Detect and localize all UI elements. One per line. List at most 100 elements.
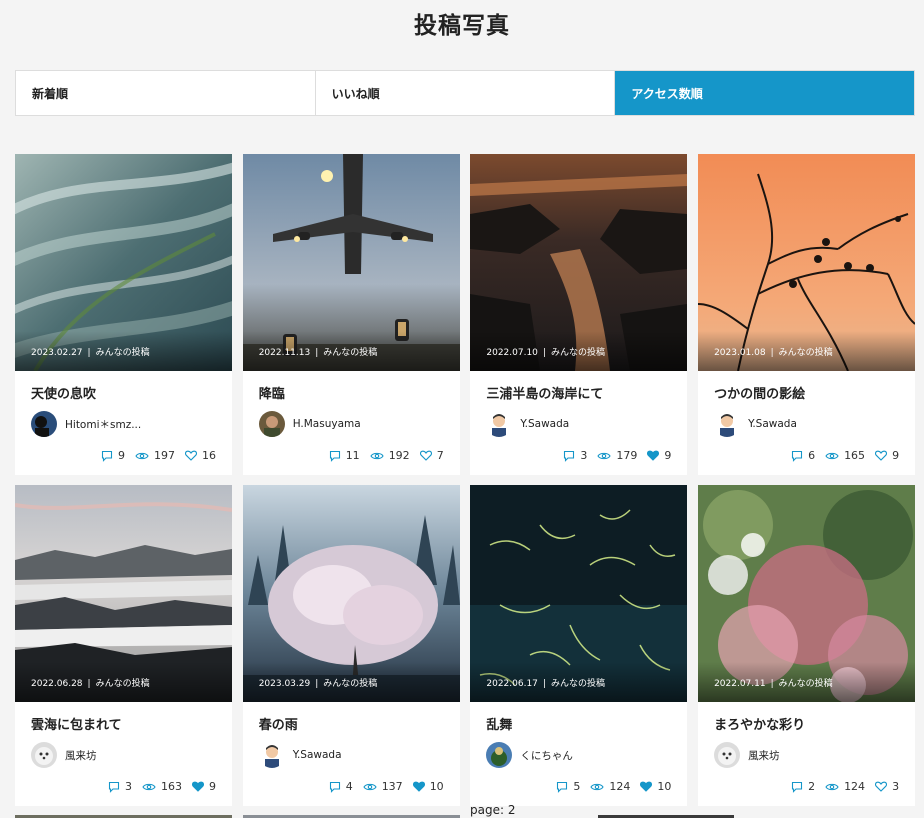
eye-icon xyxy=(135,452,149,459)
like-count[interactable]: 10 xyxy=(412,780,444,793)
post-title[interactable]: 天使の息吹 xyxy=(31,383,216,403)
post-category[interactable]: みんなの投稿 xyxy=(551,348,605,358)
post-stats: 3 179 9 xyxy=(553,449,671,462)
post-date: 2022.11.13 xyxy=(258,348,311,358)
post-author[interactable]: H.Masuyama xyxy=(258,411,444,437)
post-card[interactable]: 2023.03.29 | みんなの投稿 春の雨 Y.Sawada 4 137 10 xyxy=(242,485,460,806)
post-card[interactable]: 2022.06.17 | みんなの投稿 乱舞 くにちゃん 5 124 10 xyxy=(470,485,688,806)
photo-grid: 2023.02.27 | みんなの投稿 天使の息吹 Hitomi＊smz... 9 … xyxy=(15,154,916,806)
post-card[interactable]: 2022.06.28 | みんなの投稿 雲海に包まれて 風来坊 3 163 9 xyxy=(15,485,232,806)
comment-icon xyxy=(564,450,575,462)
author-name: くにちゃん xyxy=(520,749,573,762)
eye-icon xyxy=(825,783,839,790)
post-photo[interactable]: 2022.06.28 | みんなの投稿 xyxy=(15,485,232,702)
post-card[interactable]: 2023.01.08 | みんなの投稿 つかの間の影絵 Y.Sawada 6 165… xyxy=(698,154,916,475)
comment-icon xyxy=(329,450,340,462)
comment-count: 2 xyxy=(791,780,815,793)
post-date: 2023.03.29 xyxy=(258,679,311,689)
post-title[interactable]: まろやかな彩り xyxy=(714,714,899,734)
view-count: 124 xyxy=(590,780,630,793)
comment-icon xyxy=(792,450,803,462)
post-stats: 4 137 10 xyxy=(319,780,444,793)
eye-icon xyxy=(363,783,377,790)
like-count[interactable]: 7 xyxy=(419,449,444,462)
like-count[interactable]: 9 xyxy=(647,449,671,462)
post-photo[interactable]: 2023.02.27 | みんなの投稿 xyxy=(15,154,232,371)
heart-icon xyxy=(875,781,888,792)
like-count[interactable]: 10 xyxy=(640,780,671,793)
post-card[interactable]: 2023.02.27 | みんなの投稿 天使の息吹 Hitomi＊smz... 9 … xyxy=(15,154,232,475)
author-name: 風来坊 xyxy=(748,749,780,762)
comment-icon xyxy=(557,781,568,793)
page-indicator: page: 2 xyxy=(470,803,516,817)
heart-icon xyxy=(640,781,653,792)
sort-tabs: 新着順 いいね順 アクセス数順 xyxy=(15,70,915,116)
post-category[interactable]: みんなの投稿 xyxy=(96,348,150,358)
post-stats: 5 124 10 xyxy=(546,780,671,793)
post-author[interactable]: Y.Sawada xyxy=(714,411,899,437)
view-count: 192 xyxy=(370,449,410,462)
heart-icon xyxy=(875,450,888,461)
post-photo[interactable]: 2022.06.17 | みんなの投稿 xyxy=(470,485,688,702)
heart-icon xyxy=(647,450,660,461)
post-title[interactable]: 三浦半島の海岸にて xyxy=(486,383,671,403)
post-title[interactable]: つかの間の影絵 xyxy=(714,383,899,403)
post-author[interactable]: 風来坊 xyxy=(31,742,216,768)
post-card[interactable]: 2022.07.10 | みんなの投稿 三浦半島の海岸にて Y.Sawada 3 1… xyxy=(470,154,688,475)
post-category[interactable]: みんなの投稿 xyxy=(779,679,833,689)
post-author[interactable]: Y.Sawada xyxy=(486,411,671,437)
eye-icon xyxy=(590,783,605,790)
post-category[interactable]: みんなの投稿 xyxy=(551,679,605,689)
like-count[interactable]: 9 xyxy=(192,780,216,793)
author-name: H.Masuyama xyxy=(292,418,361,430)
post-title[interactable]: 降臨 xyxy=(259,383,444,403)
avatar xyxy=(486,411,513,437)
avatar xyxy=(258,411,285,437)
author-name: Hitomi＊smz... xyxy=(65,418,142,431)
avatar xyxy=(31,742,57,768)
tab-most-viewed[interactable]: アクセス数順 xyxy=(615,71,915,115)
post-date: 2023.01.08 xyxy=(714,348,766,358)
eye-icon xyxy=(825,452,839,459)
view-count: 165 xyxy=(825,449,865,462)
post-category[interactable]: みんなの投稿 xyxy=(779,348,833,358)
post-date: 2022.07.10 xyxy=(486,348,538,358)
comment-icon xyxy=(108,781,120,793)
comment-icon xyxy=(792,781,803,793)
post-author[interactable]: くにちゃん xyxy=(486,742,671,768)
view-count: 137 xyxy=(363,780,403,793)
post-category[interactable]: みんなの投稿 xyxy=(323,348,377,358)
like-count[interactable]: 3 xyxy=(875,780,899,793)
post-date: 2022.07.11 xyxy=(714,679,766,689)
post-photo[interactable]: 2022.07.10 | みんなの投稿 xyxy=(470,154,688,371)
post-category[interactable]: みんなの投稿 xyxy=(96,679,150,689)
eye-icon xyxy=(370,452,384,459)
post-stats: 6 165 9 xyxy=(781,449,899,462)
post-card[interactable]: 2022.11.13 | みんなの投稿 降臨 H.Masuyama 11 192 7 xyxy=(242,154,460,475)
post-author[interactable]: Y.Sawada xyxy=(258,742,444,768)
post-category[interactable]: みんなの投稿 xyxy=(323,679,377,689)
heart-icon xyxy=(192,781,204,792)
heart-icon xyxy=(185,450,197,461)
post-title[interactable]: 雲海に包まれて xyxy=(31,714,216,734)
like-count[interactable]: 9 xyxy=(875,449,899,462)
like-count[interactable]: 16 xyxy=(185,449,216,462)
tab-most-liked[interactable]: いいね順 xyxy=(316,71,616,115)
comment-count: 5 xyxy=(556,780,580,793)
post-photo[interactable]: 2023.01.08 | みんなの投稿 xyxy=(698,154,916,371)
post-title[interactable]: 春の雨 xyxy=(259,714,444,734)
tab-newest[interactable]: 新着順 xyxy=(16,71,316,115)
avatar xyxy=(258,742,285,768)
eye-icon xyxy=(597,452,612,459)
author-name: Y.Sawada xyxy=(520,418,570,430)
eye-icon xyxy=(142,783,156,790)
post-card[interactable]: 2022.07.11 | みんなの投稿 まろやかな彩り 風来坊 2 124 3 xyxy=(698,485,916,806)
post-author[interactable]: Hitomi＊smz... xyxy=(31,411,216,437)
post-photo[interactable]: 2023.03.29 | みんなの投稿 xyxy=(242,485,460,702)
post-title[interactable]: 乱舞 xyxy=(486,714,671,734)
author-name: Y.Sawada xyxy=(748,418,797,430)
comment-count: 3 xyxy=(563,449,587,462)
post-photo[interactable]: 2022.07.11 | みんなの投稿 xyxy=(698,485,916,702)
post-photo[interactable]: 2022.11.13 | みんなの投稿 xyxy=(242,154,460,371)
post-author[interactable]: 風来坊 xyxy=(714,742,899,768)
